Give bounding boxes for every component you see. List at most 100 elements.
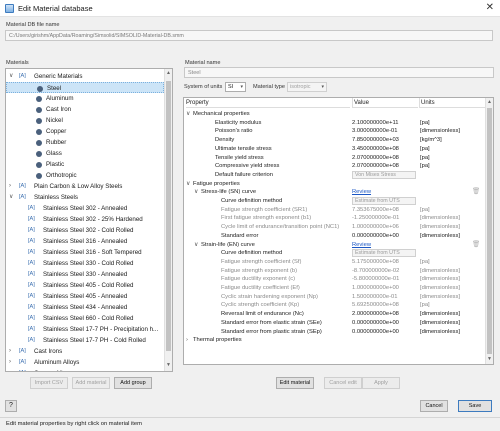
property-row[interactable]: Standard error 0.000000000e+00 [dimensionl… — [184, 232, 486, 240]
chevron-right-icon[interactable]: › — [9, 346, 11, 357]
units-select[interactable]: SI ▾ — [225, 82, 246, 92]
property-row[interactable]: ∨ Strain-life (EN) curve Review 🗑 — [184, 241, 486, 249]
tree-item[interactable]: Orthotropic — [6, 170, 164, 181]
property-row[interactable]: Standard error from elastic strain (SEe)… — [184, 319, 486, 327]
property-row[interactable]: Fatigue strength coefficient (Sf) 5.17500… — [184, 258, 486, 266]
add-material-button[interactable]: Add material — [72, 377, 110, 389]
scroll-up-icon[interactable]: ▲ — [166, 70, 171, 76]
tree-item[interactable]: Copper — [6, 126, 164, 137]
property-row[interactable]: Tensile yield stress 2.070000000e+08 [pa] — [184, 154, 486, 162]
tree-scrollbar[interactable]: ▲ ▼ — [164, 69, 172, 371]
tree-item[interactable]: [A] Stainless Steel 660 - Cold Rolled — [6, 313, 164, 324]
import-csv-button[interactable]: Import CSV — [30, 377, 68, 389]
property-row[interactable]: Fatigue strength exponent (b) -8.70000000… — [184, 267, 486, 275]
tree-group[interactable]: › [A] Cast Irons — [6, 346, 164, 357]
trash-icon[interactable]: 🗑 — [472, 188, 480, 196]
add-group-button[interactable]: Add group — [114, 377, 152, 389]
material-name-field[interactable]: Steel — [184, 67, 494, 78]
chevron-down-icon[interactable]: ∨ — [194, 241, 198, 249]
scroll-down-icon[interactable]: ▼ — [166, 362, 171, 368]
property-row[interactable]: First fatigue strength exponent (b1) -1.2… — [184, 214, 486, 222]
tree-item[interactable]: [A] Stainless Steel 302 - Annealed — [6, 203, 164, 214]
tree-item[interactable]: [A] Stainless Steel 330 - Cold Rolled — [6, 258, 164, 269]
material-type-select[interactable]: isotropic ▾ — [287, 82, 327, 92]
chevron-down-icon[interactable]: ∨ — [9, 71, 13, 82]
tree-item[interactable]: [A] Stainless Steel 434 - Annealed — [6, 302, 164, 313]
db-file-path-field[interactable]: C:/Users/girishm/AppData/Roaming/Simsoli… — [5, 30, 493, 41]
close-icon[interactable]: ✕ — [486, 2, 494, 13]
chevron-down-icon[interactable]: ∨ — [9, 192, 13, 203]
property-row[interactable]: ∨ Stress-life (SN) curve Review 🗑 — [184, 188, 486, 196]
tree-item[interactable]: [A] Stainless Steel 405 - Cold Rolled — [6, 280, 164, 291]
property-value: 0.000000000e+00 — [352, 232, 399, 239]
tree-item[interactable]: [A] Stainless Steel 316 - Soft Tempered — [6, 247, 164, 258]
review-link[interactable]: Review — [352, 241, 371, 249]
trash-icon[interactable]: 🗑 — [472, 241, 480, 249]
property-row[interactable]: Fatigue strength coefficient (SR1) 7.3536… — [184, 206, 486, 214]
tree-item[interactable]: Cast Iron — [6, 104, 164, 115]
property-row[interactable]: Compressive yield stress 2.070000000e+08 [… — [184, 162, 486, 170]
property-row[interactable]: Default failure criterion Von Mises Stres… — [184, 171, 486, 180]
tree-item[interactable]: [A] Stainless Steel 17-7 PH - Cold Rolled — [6, 335, 164, 346]
chevron-down-icon[interactable]: ∨ — [186, 110, 190, 118]
property-row[interactable]: Cyclic strain hardening exponent (Np) 1.5… — [184, 293, 486, 301]
access-badge-icon: [A] — [19, 73, 26, 79]
apply-button[interactable]: Apply — [362, 377, 400, 389]
tree-item[interactable]: Plastic — [6, 159, 164, 170]
tree-item[interactable]: Glass — [6, 148, 164, 159]
property-section[interactable]: › Thermal properties — [184, 336, 486, 344]
property-row[interactable]: Cyclic strength coefficient (Kp) 5.692500… — [184, 301, 486, 309]
tree-group[interactable]: › [A] Aluminum Alloys — [6, 357, 164, 368]
property-row[interactable]: Density 7.850000000e+03 [kg/m^3] — [184, 136, 486, 144]
tree-item[interactable]: [A] Stainless Steel 302 - Cold Rolled — [6, 225, 164, 236]
tree-item[interactable]: Nickel — [6, 115, 164, 126]
tree-item[interactable]: Rubber — [6, 137, 164, 148]
property-value-select[interactable]: Estimate from UTS — [352, 249, 416, 258]
property-value-select[interactable]: Von Mises Stress — [352, 171, 416, 180]
cancel-edit-button[interactable]: Cancel edit — [324, 377, 362, 389]
scrollbar-thumb[interactable] — [166, 81, 171, 351]
chevron-right-icon[interactable]: › — [9, 181, 11, 192]
property-row[interactable]: Curve definition method Estimate from UTS — [184, 197, 486, 206]
scrollbar-thumb[interactable] — [487, 108, 492, 354]
materials-tree[interactable]: ∨ [A] Generic Materials Steel Aluminum Cast I… — [5, 68, 173, 372]
chevron-right-icon[interactable]: › — [9, 368, 11, 371]
scroll-down-icon[interactable]: ▼ — [487, 356, 492, 362]
tree-item[interactable]: [A] Stainless Steel 302 - 25% Hardened — [6, 214, 164, 225]
tree-item[interactable]: Steel — [6, 82, 164, 93]
help-button[interactable]: ? — [5, 400, 17, 412]
property-section[interactable]: ∨ Mechanical properties — [184, 110, 486, 118]
scroll-up-icon[interactable]: ▲ — [487, 99, 492, 105]
chevron-right-icon[interactable]: › — [186, 336, 188, 344]
property-row[interactable]: Poisson's ratio 3.000000000e-01 [dimension… — [184, 127, 486, 135]
edit-material-button[interactable]: Edit material — [276, 377, 314, 389]
property-row[interactable]: Fatigue ductility coefficient (Ef) 1.0000… — [184, 284, 486, 292]
property-row[interactable]: Cycle limit of endurance/transition poin… — [184, 223, 486, 231]
chevron-down-icon[interactable]: ∨ — [186, 180, 190, 188]
property-row[interactable]: Reversal limit of endurance (Nc) 2.000000… — [184, 310, 486, 318]
tree-group[interactable]: › [A] Copper Alloys — [6, 368, 164, 371]
tree-group[interactable]: ∨ [A] Generic Materials — [6, 71, 164, 82]
property-value-select[interactable]: Estimate from UTS — [352, 197, 416, 206]
property-section[interactable]: ∨ Fatigue properties — [184, 180, 486, 188]
properties-scrollbar[interactable]: ▲ ▼ — [485, 98, 493, 364]
chevron-right-icon[interactable]: › — [9, 357, 11, 368]
property-row[interactable]: Ultimate tensile stress 3.450000000e+08 [p… — [184, 145, 486, 153]
cancel-button[interactable]: Cancel — [420, 400, 448, 412]
property-row[interactable]: Curve definition method Estimate from UTS — [184, 249, 486, 258]
property-row[interactable]: Standard error from plastic strain (SEp)… — [184, 328, 486, 336]
property-row[interactable]: Fatigue ductility exponent (c) -5.8000000… — [184, 275, 486, 283]
tree-item[interactable]: [A] Stainless Steel 405 - Annealed — [6, 291, 164, 302]
tree-item[interactable]: Aluminum — [6, 93, 164, 104]
property-value: 3.000000000e-01 — [352, 128, 398, 135]
tree-group[interactable]: › [A] Plain Carbon & Low Alloy Steels — [6, 181, 164, 192]
save-button[interactable]: Save — [458, 400, 492, 412]
properties-table[interactable]: Property Value Units ∨ Mechanical propert… — [183, 97, 494, 365]
property-row[interactable]: Elasticity modulus 2.100000000e+11 [pa] — [184, 119, 486, 127]
tree-item[interactable]: [A] Stainless Steel 17-7 PH - Precipitati… — [6, 324, 164, 335]
tree-item[interactable]: [A] Stainless Steel 330 - Annealed — [6, 269, 164, 280]
tree-item[interactable]: [A] Stainless Steel 316 - Annealed — [6, 236, 164, 247]
review-link[interactable]: Review — [352, 188, 371, 196]
tree-group[interactable]: ∨ [A] Stainless Steels — [6, 192, 164, 203]
chevron-down-icon[interactable]: ∨ — [194, 188, 198, 196]
